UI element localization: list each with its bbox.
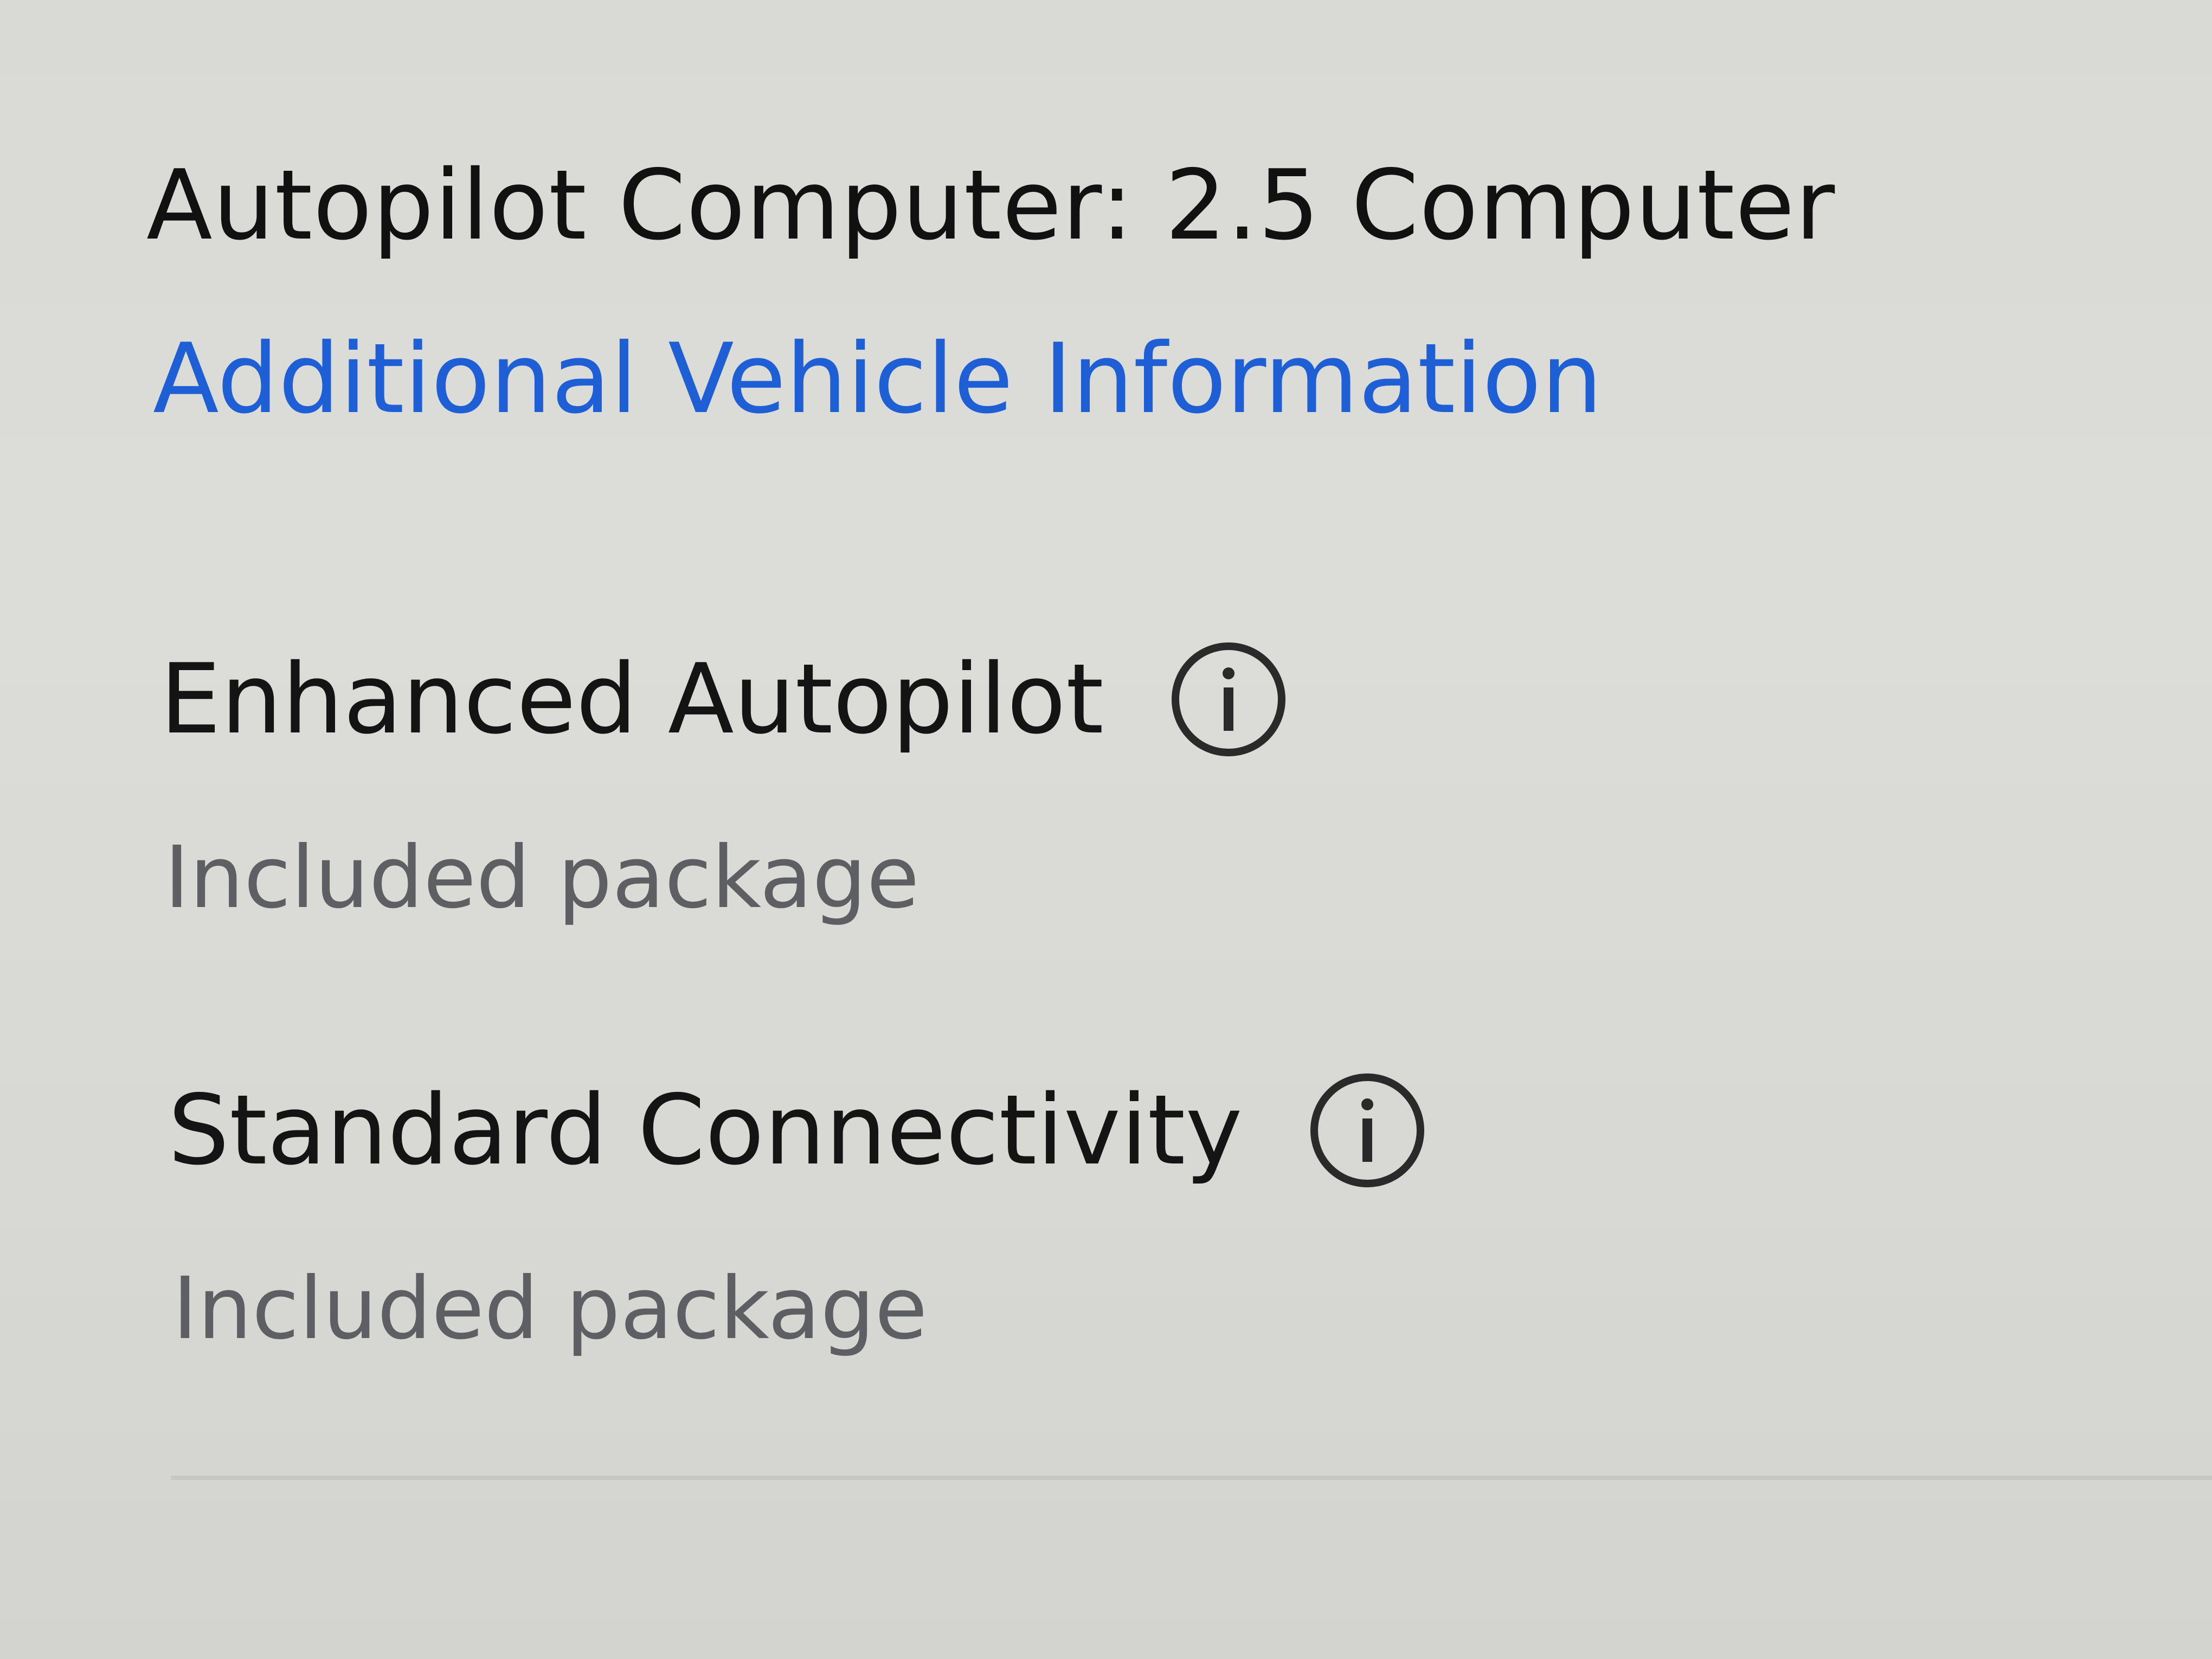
info-icon-graphic [1171,642,1285,756]
feature-subtitle: Included package [164,828,919,928]
section-divider [171,1476,2212,1480]
info-icon[interactable] [1169,640,1288,759]
feature-title-row: Enhanced Autopilot [160,640,1288,759]
info-icon-graphic [1310,1073,1424,1187]
feature-title-row: Standard Connectivity [168,1071,1427,1190]
additional-vehicle-information-link[interactable]: Additional Vehicle Information [153,331,1603,427]
feature-enhanced-autopilot: Enhanced Autopilot Included package [160,640,1288,921]
autopilot-computer-label: Autopilot Computer: 2.5 Computer [146,149,1836,261]
vehicle-details-panel: Autopilot Computer: 2.5 Computer Additio… [0,0,2212,1659]
info-icon[interactable] [1308,1071,1427,1190]
feature-title: Enhanced Autopilot [160,643,1104,755]
feature-standard-connectivity: Standard Connectivity Included package [168,1071,1427,1352]
feature-title: Standard Connectivity [168,1074,1243,1186]
feature-subtitle: Included package [172,1259,928,1359]
